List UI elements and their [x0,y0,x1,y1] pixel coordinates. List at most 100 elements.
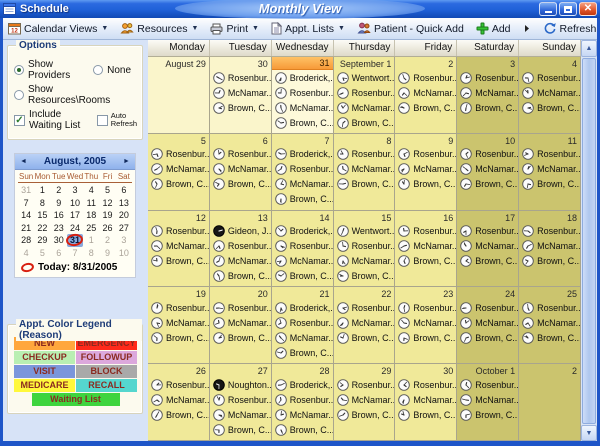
mini-calendar-day[interactable]: 2 [99,234,115,247]
appointment-entry[interactable]: Brown, C... [519,100,580,115]
appointment-entry[interactable]: McNamar... [334,392,395,407]
day-cell[interactable]: 25Rosenbur...McNamar...Brown, C... [519,287,581,364]
mini-calendar-day[interactable]: 8 [83,247,99,260]
appointment-entry[interactable]: Rosenbur... [334,147,395,162]
appointment-entry[interactable]: Brown, C... [272,115,333,130]
mini-calendar-day[interactable]: 10 [116,247,132,260]
day-cell[interactable]: 13Gideon, J...Rosenbur...McNamar...Brown… [210,211,272,288]
toolbar-button-resources[interactable]: Resources▼ [115,20,203,37]
appointment-entry[interactable]: McNamar... [272,100,333,115]
appointment-entry[interactable]: McNamar... [395,392,456,407]
appointment-entry[interactable]: Broderick,... [272,300,333,315]
appointment-entry[interactable]: Rosenbur... [519,300,580,315]
appointment-entry[interactable]: Brown, C... [457,177,518,192]
appointment-entry[interactable]: Rosenbur... [210,300,271,315]
appointment-entry[interactable]: Broderick,... [272,377,333,392]
appointment-entry[interactable]: Rosenbur... [334,377,395,392]
scroll-down-button[interactable]: ▼ [581,425,597,441]
prev-month-button[interactable]: ◄ [17,156,30,168]
appointment-entry[interactable]: Rosenbur... [519,147,580,162]
appointment-entry[interactable]: Brown, C... [210,330,271,345]
scroll-up-button[interactable]: ▲ [581,40,597,57]
mini-calendar-day[interactable]: 31 [18,184,34,197]
toolbar-button-print[interactable]: Print▼ [205,21,264,37]
toolbar-button-patient-quick-add[interactable]: Patient - Quick Add [352,20,469,37]
day-cell[interactable]: August 29 [148,57,210,134]
mini-calendar-day[interactable]: 7 [67,247,83,260]
mini-calendar-day[interactable]: 5 [34,247,50,260]
day-cell[interactable]: 21Broderick,...Rosenbur...McNamar...Brow… [272,287,334,364]
appointment-entry[interactable]: Rosenbur... [210,239,271,254]
mini-calendar-day[interactable]: 26 [99,222,115,235]
appointment-entry[interactable]: Brown, C... [395,330,456,345]
day-cell[interactable]: 31Broderick,...Rosenbur...McNamar...Brow… [272,57,334,134]
mini-calendar-day[interactable]: 28 [18,234,34,247]
appointment-entry[interactable]: Rosenbur... [457,70,518,85]
appointment-entry[interactable]: Brown, C... [210,100,271,115]
appointment-entry[interactable]: Gideon, J... [210,224,271,239]
day-cell[interactable]: 5Rosenbur...McNamar...Brown, C... [148,134,210,211]
day-cell[interactable]: 11Rosenbur...McNamar...Brown, C... [519,134,581,211]
appointment-entry[interactable]: Brown, C... [210,422,271,437]
mini-calendar-day[interactable]: 12 [99,197,115,210]
appointment-entry[interactable]: Rosenbur... [148,147,209,162]
day-cell[interactable]: 8Rosenbur...McNamar...Brown, C... [334,134,396,211]
appointment-entry[interactable]: Rosenbur... [457,224,518,239]
appointment-entry[interactable]: McNamar... [148,239,209,254]
appointment-entry[interactable]: McNamar... [210,162,271,177]
appointment-entry[interactable]: McNamar... [272,177,333,192]
mini-calendar-day[interactable]: 18 [83,209,99,222]
appointment-entry[interactable]: McNamar... [457,392,518,407]
close-button[interactable]: ✕ [579,2,597,16]
day-cell[interactable]: 16Rosenbur...McNamar...Brown, C... [395,211,457,288]
appointment-entry[interactable]: McNamar... [148,162,209,177]
appointment-entry[interactable]: McNamar... [519,239,580,254]
day-cell[interactable]: 9Rosenbur...McNamar...Brown, C... [395,134,457,211]
mini-calendar-day-selected[interactable]: 31 [67,234,83,247]
appointment-entry[interactable]: Brown, C... [395,254,456,269]
appointment-entry[interactable]: Rosenbur... [210,392,271,407]
appointment-entry[interactable]: Brown, C... [457,330,518,345]
mini-calendar-day[interactable]: 1 [34,184,50,197]
appointment-entry[interactable]: McNamar... [519,85,580,100]
appointment-entry[interactable]: Rosenbur... [457,377,518,392]
appointment-entry[interactable]: Brown, C... [395,177,456,192]
mini-calendar-day[interactable]: 15 [34,209,50,222]
mini-calendar-day[interactable]: 8 [34,197,50,210]
day-cell[interactable]: 3Rosenbur...McNamar...Brown, C... [457,57,519,134]
appointment-entry[interactable]: McNamar... [272,254,333,269]
appointment-entry[interactable]: Brown, C... [395,100,456,115]
appointment-entry[interactable]: McNamar... [334,100,395,115]
appointment-entry[interactable]: Brown, C... [334,407,395,422]
appointment-entry[interactable]: Brown, C... [457,100,518,115]
appointment-entry[interactable]: Rosenbur... [210,70,271,85]
mini-calendar-day[interactable]: 7 [18,197,34,210]
mini-calendar-day[interactable]: 24 [67,222,83,235]
day-cell[interactable]: 4Rosenbur...McNamar...Brown, C... [519,57,581,134]
day-cell[interactable]: 17Rosenbur...McNamar...Brown, C... [457,211,519,288]
appointment-entry[interactable]: McNamar... [210,85,271,100]
appointment-entry[interactable]: Broderick,... [272,147,333,162]
appointment-entry[interactable]: McNamar... [519,162,580,177]
day-cell[interactable]: 30Rosenbur...McNamar...Brown, C... [210,57,272,134]
mini-calendar-day[interactable]: 9 [51,197,67,210]
appointment-entry[interactable]: Rosenbur... [334,300,395,315]
appointment-entry[interactable]: Brown, C... [334,330,395,345]
mini-calendar-day[interactable]: 6 [51,247,67,260]
appointment-entry[interactable]: McNamar... [395,85,456,100]
toolbar-button-refresh[interactable]: Refresh [538,20,600,37]
appointment-entry[interactable]: McNamar... [210,407,271,422]
mini-calendar-day[interactable]: 5 [99,184,115,197]
appointment-entry[interactable]: Brown, C... [334,115,395,130]
none-radio[interactable] [93,65,103,75]
appointment-entry[interactable]: Rosenbur... [272,162,333,177]
appointment-entry[interactable]: Rosenbur... [395,377,456,392]
appointment-entry[interactable]: McNamar... [457,162,518,177]
mini-calendar-day[interactable]: 11 [83,197,99,210]
mini-calendar-day[interactable]: 4 [83,184,99,197]
appointment-entry[interactable]: Rosenbur... [457,300,518,315]
appointment-entry[interactable]: Broderick,... [272,224,333,239]
appointment-entry[interactable]: McNamar... [148,315,209,330]
appointment-entry[interactable]: Rosenbur... [395,147,456,162]
today-line[interactable]: Today: 8/31/2005 [15,259,135,277]
